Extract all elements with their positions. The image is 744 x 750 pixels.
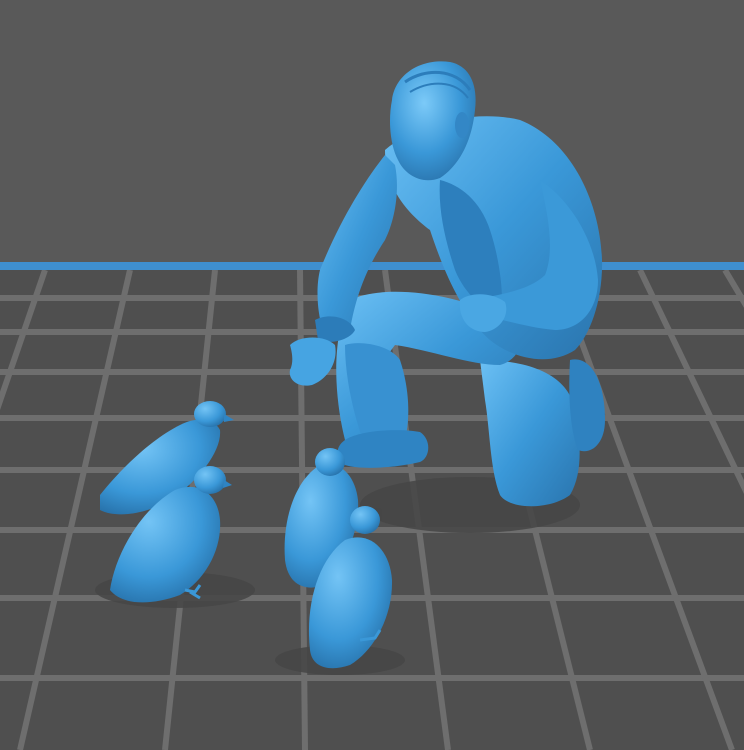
- horizon-line: [0, 262, 744, 270]
- scene-canvas[interactable]: [0, 0, 744, 750]
- 3d-viewport[interactable]: [0, 0, 744, 750]
